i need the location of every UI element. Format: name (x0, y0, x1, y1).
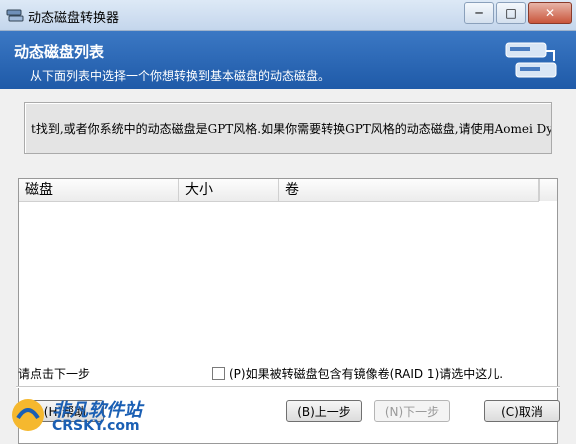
next-button[interactable]: (N)下一步 (374, 400, 450, 422)
divider (16, 386, 560, 388)
maximize-button[interactable]: □ (496, 2, 526, 24)
close-button[interactable]: ✕ (528, 2, 572, 24)
page-subtitle: 从下面列表中选择一个你想转换到基本磁盘的动态磁盘。 (30, 69, 331, 83)
column-header-volume[interactable]: 卷 (279, 179, 539, 201)
column-header-disk[interactable]: 磁盘 (19, 179, 179, 201)
raid1-option[interactable]: (P)如果被转磁盘包含有镜像卷(RAID 1)请选中这儿. (212, 365, 503, 382)
column-header-size[interactable]: 大小 (179, 179, 279, 201)
minimize-button[interactable]: ─ (464, 2, 494, 24)
app-icon (6, 9, 24, 22)
info-message-box: t找到,或者你系统中的动态磁盘是GPT风格.如果你需要转换GPT风格的动态磁盘,… (24, 102, 552, 154)
raid1-checkbox[interactable] (212, 367, 225, 380)
window-title: 动态磁盘转换器 (28, 11, 120, 26)
next-hint: 请点击下一步 (18, 367, 91, 381)
title-bar: 动态磁盘转换器 ─ □ ✕ (0, 0, 576, 31)
disk-convert-icon (505, 42, 557, 78)
watermark-url: CRSKY.com (52, 418, 140, 434)
page-title: 动态磁盘列表 (14, 43, 105, 61)
wizard-header: 动态磁盘列表 从下面列表中选择一个你想转换到基本磁盘的动态磁盘。 (0, 31, 576, 89)
info-message: t找到,或者你系统中的动态磁盘是GPT风格.如果你需要转换GPT风格的动态磁盘,… (31, 122, 552, 136)
table-header: 磁盘 大小 卷 (19, 179, 539, 202)
site-watermark: 非凡软件站 CRSKY.com (8, 392, 162, 438)
back-button[interactable]: (B)上一步 (286, 400, 362, 422)
watermark-logo-icon (12, 399, 44, 431)
cancel-button[interactable]: (C)取消 (484, 400, 560, 422)
scrollbar-corner (539, 179, 557, 201)
raid1-checkbox-label[interactable]: (P)如果被转磁盘包含有镜像卷(RAID 1)请选中这儿. (229, 365, 503, 382)
